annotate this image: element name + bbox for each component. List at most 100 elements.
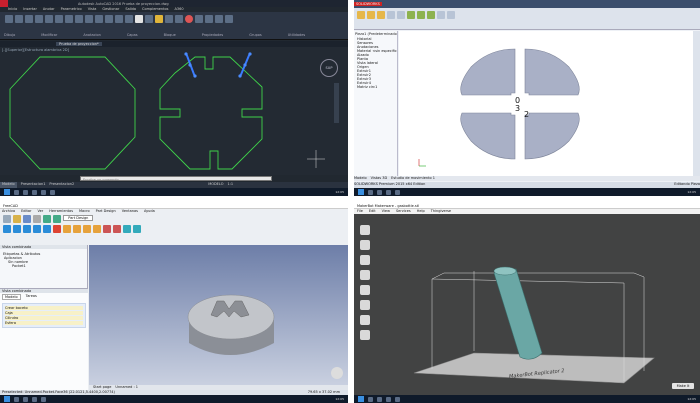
taskbar-app-icon[interactable] xyxy=(32,396,37,402)
pattern-button[interactable] xyxy=(417,11,425,19)
task-item[interactable]: Esfera xyxy=(5,321,83,325)
paste-button[interactable] xyxy=(215,15,223,23)
tasks-tab[interactable]: Tareas xyxy=(24,294,39,300)
extrude-cut-button[interactable] xyxy=(387,11,395,19)
taskbar-app-icon[interactable] xyxy=(50,189,55,195)
task-item[interactable]: Crear boceto xyxy=(5,306,83,310)
menu-item[interactable]: Ayuda xyxy=(144,209,155,213)
save-button[interactable] xyxy=(23,215,31,223)
windows-start-icon[interactable] xyxy=(4,396,10,402)
hole-wizard-button[interactable] xyxy=(397,11,405,19)
taskbar-app-icon[interactable] xyxy=(41,189,46,195)
mirror-tool-button[interactable] xyxy=(85,15,93,23)
views-tab[interactable]: Vistas 3D xyxy=(371,176,388,181)
view-top-button[interactable] xyxy=(33,225,41,233)
taskbar-app-icon[interactable] xyxy=(23,396,28,402)
taskbar-app-icon[interactable] xyxy=(386,396,391,402)
new-file-button[interactable] xyxy=(3,215,11,223)
fillet-button[interactable] xyxy=(407,11,415,19)
menu-item[interactable]: Part Design xyxy=(96,209,116,213)
taskbar-app-icon[interactable] xyxy=(41,396,46,402)
redo-button[interactable] xyxy=(53,215,61,223)
fillet-button[interactable] xyxy=(103,225,111,233)
taskbar-clock[interactable]: 12:05 xyxy=(335,397,344,401)
taskbar-app-icon[interactable] xyxy=(32,189,37,195)
text-tool-button[interactable] xyxy=(135,15,143,23)
linear-pattern-button[interactable] xyxy=(133,225,141,233)
menu-item[interactable]: Archivo xyxy=(2,209,15,213)
taskbar-app-icon[interactable] xyxy=(23,189,28,195)
taskbar-app-icon[interactable] xyxy=(395,189,400,195)
drawing-area[interactable]: [-][Superior][Estructura alambrica 2D] S… xyxy=(0,47,348,175)
taskbar-clock[interactable]: 12:05 xyxy=(687,397,696,401)
layer-tool-button[interactable] xyxy=(155,15,163,23)
taskbar-app-icon[interactable] xyxy=(377,396,382,402)
array-tool-button[interactable] xyxy=(125,15,133,23)
taskbar-clock[interactable]: 12:05 xyxy=(335,190,344,194)
sweep-button[interactable] xyxy=(377,11,385,19)
revolve-button[interactable] xyxy=(367,11,375,19)
view-right-button[interactable] xyxy=(43,225,51,233)
nav-cube[interactable]: SUP xyxy=(320,59,338,77)
windows-start-icon[interactable] xyxy=(358,189,364,195)
trim-tool-button[interactable] xyxy=(65,15,73,23)
taskbar-app-icon[interactable] xyxy=(368,189,373,195)
curves-button[interactable] xyxy=(447,11,455,19)
color-wheel-button[interactable] xyxy=(185,15,193,23)
groove-button[interactable] xyxy=(93,225,101,233)
taskbar-clock[interactable]: 12:05 xyxy=(687,190,696,194)
task-item[interactable]: Cilindro xyxy=(5,316,83,320)
3d-view[interactable] xyxy=(89,245,348,385)
taskbar-app-icon[interactable] xyxy=(14,189,19,195)
tree-item[interactable]: Matriz circ1 xyxy=(354,85,397,89)
chamfer-button[interactable] xyxy=(113,225,121,233)
menu-item[interactable]: Ver xyxy=(37,209,43,213)
view-front-button[interactable] xyxy=(23,225,31,233)
command-line[interactable]: Escriba un comando xyxy=(80,176,272,182)
line-tool-button[interactable] xyxy=(5,15,13,23)
taskbar-app-icon[interactable] xyxy=(395,396,400,402)
arc-tool-button[interactable] xyxy=(35,15,43,23)
sketch-button[interactable] xyxy=(53,225,61,233)
workbench-selector[interactable]: Part Design xyxy=(63,215,94,221)
taskbar-app-icon[interactable] xyxy=(386,189,391,195)
taskbar-app-icon[interactable] xyxy=(368,396,373,402)
stretch-tool-button[interactable] xyxy=(105,15,113,23)
view-iso-button[interactable] xyxy=(13,225,21,233)
fillet-tool-button[interactable] xyxy=(95,15,103,23)
model-tab[interactable]: Modelo xyxy=(354,176,367,181)
task-item[interactable]: Caja xyxy=(5,311,83,315)
taskbar-app-icon[interactable] xyxy=(14,396,19,402)
app-logo[interactable]: SOLIDWORKS xyxy=(354,2,382,6)
scale-tool-button[interactable] xyxy=(115,15,123,23)
polyline-tool-button[interactable] xyxy=(15,15,23,23)
cut-button[interactable] xyxy=(33,215,41,223)
fit-all-button[interactable] xyxy=(3,225,11,233)
circle-tool-button[interactable] xyxy=(25,15,33,23)
windows-start-icon[interactable] xyxy=(358,396,364,402)
windows-start-icon[interactable] xyxy=(4,189,10,195)
base-view-button[interactable] xyxy=(225,15,233,23)
revolution-button[interactable] xyxy=(83,225,91,233)
menu-item[interactable]: Editar xyxy=(21,209,31,213)
group-button[interactable] xyxy=(195,15,203,23)
undo-button[interactable] xyxy=(43,215,51,223)
insert-block-button[interactable] xyxy=(165,15,173,23)
model-tab[interactable]: Modelo xyxy=(2,294,21,300)
menu-item[interactable]: Macro xyxy=(79,209,90,213)
menu-item[interactable]: Ventanas xyxy=(122,209,138,213)
autocad-logo-icon[interactable] xyxy=(0,0,8,7)
dimension-tool-button[interactable] xyxy=(145,15,153,23)
measure-button[interactable] xyxy=(205,15,213,23)
reference-geometry-button[interactable] xyxy=(437,11,445,19)
extrude-boss-button[interactable] xyxy=(357,11,365,19)
graphics-area[interactable]: 0 3 2 xyxy=(399,31,700,176)
tree-item[interactable]: Pocket1 xyxy=(0,264,87,268)
file-tab[interactable]: Prueba de proyeccion* xyxy=(56,42,102,46)
pad-button[interactable] xyxy=(63,225,71,233)
rotate-tool-button[interactable] xyxy=(55,15,63,23)
rib-button[interactable] xyxy=(427,11,435,19)
properties-button[interactable] xyxy=(175,15,183,23)
taskbar-app-icon[interactable] xyxy=(377,189,382,195)
pocket-button[interactable] xyxy=(73,225,81,233)
